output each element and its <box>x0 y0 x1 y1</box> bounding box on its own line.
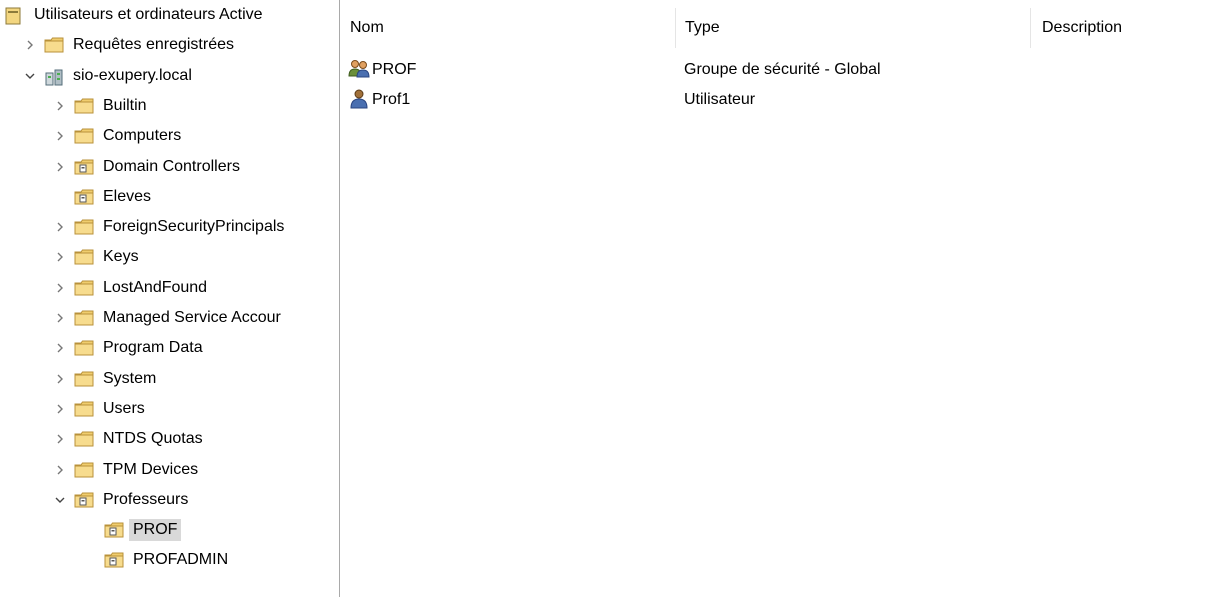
tree-item-computers[interactable]: Computers <box>52 123 181 149</box>
tree-item-profadmin[interactable]: PROFADMIN <box>82 547 228 573</box>
list-header: Nom Type Description <box>340 8 1208 48</box>
tree-item-label: Computers <box>103 127 182 145</box>
tree-item-label: Eleves <box>103 187 152 205</box>
tree-item-label: Program Data <box>103 339 203 357</box>
list-row[interactable]: PROF Groupe de sécurité - Global <box>340 55 1208 85</box>
tree-item-label: Domain Controllers <box>103 157 240 175</box>
chevron-down-icon[interactable] <box>52 492 68 508</box>
chevron-right-icon[interactable] <box>52 340 68 356</box>
chevron-right-icon[interactable] <box>52 219 68 235</box>
ou-icon <box>74 492 94 508</box>
folder-icon <box>74 462 94 478</box>
column-header-description[interactable]: Description <box>1032 8 1208 48</box>
folder-icon <box>74 219 94 235</box>
folder-icon <box>74 401 94 417</box>
column-separator[interactable] <box>675 8 676 48</box>
tree-item-managed-service-accour[interactable]: Managed Service Accour <box>52 305 281 331</box>
tree-item-professeurs[interactable]: Professeurs <box>52 487 188 513</box>
folder-icon <box>74 310 94 326</box>
chevron-right-icon[interactable] <box>52 128 68 144</box>
tree-item-label: Builtin <box>103 96 147 114</box>
tree-root-label: Utilisateurs et ordinateurs Active <box>34 6 263 23</box>
tree-item-label: TPM Devices <box>103 460 199 478</box>
list-row[interactable]: Prof1 Utilisateur <box>340 85 1208 115</box>
console-root-icon <box>5 7 25 25</box>
tree-item-builtin[interactable]: Builtin <box>52 93 147 119</box>
list-cell-name: PROF <box>348 59 416 81</box>
folder-icon <box>74 128 94 144</box>
tree-item-label: Requêtes enregistrées <box>73 36 234 54</box>
tree-item-label: ForeignSecurityPrincipals <box>103 218 285 236</box>
chevron-right-icon[interactable] <box>22 37 38 53</box>
tree-item-label: sio-exupery.local <box>73 66 192 84</box>
tree-item-eleves[interactable]: Eleves <box>52 184 151 210</box>
tree-root[interactable]: Utilisateurs et ordinateurs Active <box>5 2 263 28</box>
list-item-name: PROF <box>372 61 417 78</box>
chevron-right-icon[interactable] <box>52 310 68 326</box>
tree-item-requ-tes-enregistr-es[interactable]: Requêtes enregistrées <box>22 32 234 58</box>
folder-icon <box>74 98 94 114</box>
tree-item-system[interactable]: System <box>52 366 156 392</box>
domain-icon <box>44 68 64 86</box>
tree-item-label: Professeurs <box>103 490 189 508</box>
tree-item-domain-controllers[interactable]: Domain Controllers <box>52 154 240 180</box>
chevron-right-icon[interactable] <box>52 371 68 387</box>
column-separator[interactable] <box>1030 8 1031 48</box>
chevron-right-icon[interactable] <box>52 431 68 447</box>
tree-item-label: PROF <box>129 519 182 542</box>
tree-item-label: LostAndFound <box>103 278 208 296</box>
tree-item-tpm-devices[interactable]: TPM Devices <box>52 457 198 483</box>
chevron-right-icon[interactable] <box>52 280 68 296</box>
tree-item-foreignsecurityprincipals[interactable]: ForeignSecurityPrincipals <box>52 214 284 240</box>
ou-icon <box>74 159 94 175</box>
folder-icon <box>74 431 94 447</box>
column-header-name[interactable]: Nom <box>340 8 675 48</box>
tree-item-sio-exupery-local[interactable]: sio-exupery.local <box>22 63 192 89</box>
user-icon <box>348 89 370 111</box>
ou-icon <box>104 552 124 568</box>
tree-item-label: NTDS Quotas <box>103 430 203 448</box>
ou-icon <box>104 522 124 538</box>
tree-item-keys[interactable]: Keys <box>52 244 139 270</box>
tree-item-users[interactable]: Users <box>52 396 145 422</box>
group-icon <box>348 59 370 81</box>
list-item-name: Prof1 <box>372 91 411 108</box>
tree-item-label: Keys <box>103 248 139 266</box>
tree-item-ntds-quotas[interactable]: NTDS Quotas <box>52 426 203 452</box>
folder-icon <box>44 37 64 53</box>
chevron-right-icon[interactable] <box>52 462 68 478</box>
tree-item-lostandfound[interactable]: LostAndFound <box>52 275 207 301</box>
list-cell-type: Groupe de sécurité - Global <box>684 61 881 78</box>
console-tree-pane[interactable]: Utilisateurs et ordinateurs Active Requê… <box>0 0 340 597</box>
ou-icon <box>74 189 94 205</box>
chevron-right-icon[interactable] <box>52 249 68 265</box>
folder-icon <box>74 371 94 387</box>
tree-item-label: Users <box>103 399 145 417</box>
chevron-right-icon[interactable] <box>52 159 68 175</box>
chevron-right-icon[interactable] <box>52 401 68 417</box>
chevron-down-icon[interactable] <box>22 68 38 84</box>
tree-item-label: System <box>103 369 157 387</box>
chevron-right-icon[interactable] <box>52 98 68 114</box>
tree-item-label: PROFADMIN <box>133 551 229 569</box>
tree-item-program-data[interactable]: Program Data <box>52 335 203 361</box>
folder-icon <box>74 249 94 265</box>
tree-item-prof[interactable]: PROF <box>82 517 182 543</box>
column-header-type[interactable]: Type <box>675 8 1030 48</box>
folder-icon <box>74 340 94 356</box>
list-cell-name: Prof1 <box>348 89 410 111</box>
tree-item-label: Managed Service Accour <box>103 309 281 326</box>
details-pane[interactable]: Nom Type Description PROF Groupe de sécur… <box>340 0 1208 597</box>
folder-icon <box>74 280 94 296</box>
list-cell-type: Utilisateur <box>684 91 756 108</box>
